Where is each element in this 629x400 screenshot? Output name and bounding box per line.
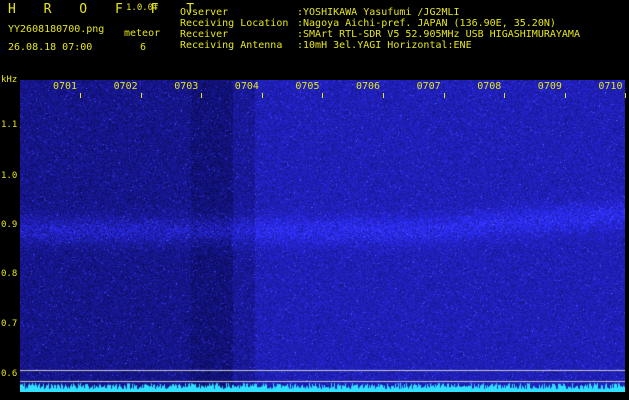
x-tick-mark: [443, 93, 445, 98]
x-tick-label: 0701: [53, 81, 78, 92]
y-tick-label: 1.1: [1, 120, 18, 130]
y-tick-label: 0.8: [1, 269, 18, 279]
spectrogram-window: H R O F F T 1.0.0f YY2608180700.png 26.0…: [0, 0, 629, 400]
x-tick-label: 0706: [356, 81, 381, 92]
timestamp-label: 26.08.18 07:00: [8, 42, 93, 53]
meteor-count: 6: [140, 42, 147, 53]
x-tick-label: 0710: [598, 81, 623, 92]
x-tick-label: 0702: [113, 81, 138, 92]
x-tick-label: 0708: [477, 81, 502, 92]
x-tick-mark: [80, 93, 81, 98]
brand-title: H R O F F T: [8, 2, 205, 17]
x-tick-mark: [564, 93, 566, 98]
x-tick-mark: [140, 93, 142, 98]
location-value: :Nagoya Aichi-pref. JAPAN (136.90E, 35.2…: [297, 18, 556, 29]
x-tick-mark: [625, 93, 627, 98]
antenna-value: :10mH 3el.YAGI Horizontal:ENE: [297, 40, 472, 51]
receiver-label: Receiver: [180, 29, 229, 40]
version-label: 1.0.0f: [126, 3, 159, 13]
y-tick-label: 1.0: [1, 171, 18, 181]
x-tick-mark: [383, 93, 384, 98]
overviewer-label: Ovserver: [180, 7, 229, 18]
spectrogram-canvas: [20, 80, 625, 392]
x-tick-mark: [261, 93, 263, 98]
y-tick-label: 0.9: [1, 220, 18, 230]
receiver-value: :SMArt RTL-SDR V5 52.905MHz USB HIGASHIM…: [297, 29, 580, 40]
filename-label: YY2608180700.png: [8, 24, 105, 35]
header-panel: H R O F F T 1.0.0f YY2608180700.png 26.0…: [0, 0, 629, 78]
y-tick-label: 0.7: [1, 319, 18, 329]
y-tick-label: 0.6: [1, 369, 18, 379]
x-tick-label: 0704: [234, 81, 259, 92]
x-tick-label: 0703: [174, 81, 199, 92]
mode-label: meteor: [124, 28, 161, 39]
overviewer-value: :YOSHIKAWA Yasufumi /JG2MLI: [297, 7, 460, 18]
x-tick-label: 0707: [416, 81, 441, 92]
location-label: Receiving Location: [180, 18, 289, 29]
antenna-label: Receiving Antenna: [180, 40, 283, 51]
x-tick-label: 0709: [537, 81, 562, 92]
x-tick-mark: [201, 93, 203, 98]
x-tick-mark: [322, 93, 324, 98]
x-tick-label: 0705: [295, 81, 320, 92]
y-axis-unit: kHz: [1, 75, 18, 85]
x-tick-mark: [504, 93, 506, 98]
